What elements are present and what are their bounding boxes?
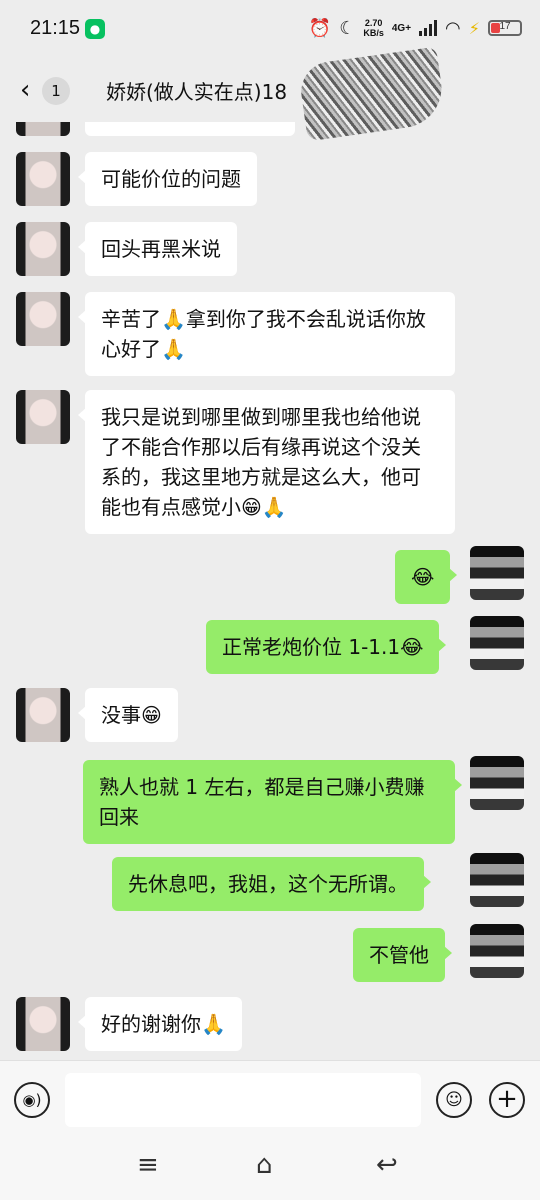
contact-avatar[interactable]	[16, 122, 70, 136]
message-bubble-mine[interactable]: 不管他	[353, 928, 452, 982]
my-avatar[interactable]	[470, 616, 524, 670]
chevron-left-icon[interactable]: ‹	[20, 75, 30, 105]
my-avatar[interactable]	[470, 756, 524, 810]
chat-area[interactable]: 可能价位的问题 回头再黑米说 辛苦了🙏拿到你了我不会乱说话你放心好了🙏 我只是说…	[0, 122, 540, 1060]
message-bubble[interactable]: 回头再黑米说	[78, 222, 237, 276]
message-text: 辛苦了🙏拿到你了我不会乱说话你放心好了🙏	[101, 307, 426, 361]
status-time: 21:15	[30, 17, 81, 39]
menu-icon[interactable]: ≡	[137, 1150, 159, 1180]
alarm-icon: ⏰	[308, 17, 332, 39]
smiley-icon[interactable]: ☺	[436, 1082, 472, 1118]
wechat-icon: ●	[85, 19, 105, 39]
message-bubble-mine[interactable]: 先休息吧，我姐，这个无所谓。	[112, 857, 431, 911]
message-bubble-partial	[85, 122, 295, 136]
contact-avatar[interactable]	[16, 390, 70, 444]
charging-icon: ⚡	[468, 18, 480, 38]
plus-icon[interactable]: +	[489, 1082, 525, 1118]
chat-header: ‹ 1 娇娇(做人实在点)18	[0, 46, 540, 142]
my-avatar[interactable]	[470, 924, 524, 978]
input-bar: ◉) ☺ +	[0, 1060, 540, 1141]
back-arrow-icon[interactable]: ↩	[376, 1150, 398, 1180]
battery-level: 17	[499, 21, 511, 32]
message-text: 不管他	[369, 943, 429, 967]
net-speed-value: 2.70	[364, 18, 383, 28]
message-bubble-mine[interactable]: 😂	[395, 550, 458, 604]
wifi-icon: ◠	[445, 17, 461, 39]
contact-avatar[interactable]	[16, 997, 70, 1051]
contact-avatar[interactable]	[16, 152, 70, 206]
signal-icon	[419, 20, 438, 36]
message-text: 回头再黑米说	[101, 237, 221, 261]
message-bubble-mine[interactable]: 熟人也就 1 左右，都是自己赚小费赚回来	[83, 760, 462, 844]
voice-icon[interactable]: ◉)	[14, 1082, 50, 1118]
message-bubble-mine[interactable]: 正常老炮价位 1-1.1😂	[206, 620, 447, 674]
message-text: 好的谢谢你🙏	[101, 1012, 226, 1036]
moon-icon: ☾	[339, 17, 356, 39]
network-type: 4G+	[391, 22, 412, 34]
net-speed: 2.70 KB/s	[363, 18, 384, 38]
message-bubble[interactable]: 没事😁	[78, 688, 178, 742]
message-text: 熟人也就 1 左右，都是自己赚小费赚回来	[99, 775, 425, 829]
system-nav-bar: ≡ ⌂ ↩	[0, 1140, 540, 1200]
message-text: 先休息吧，我姐，这个无所谓。	[128, 872, 408, 896]
message-text: 正常老炮价位 1-1.1😂	[222, 635, 424, 659]
my-avatar[interactable]	[470, 853, 524, 907]
message-text: 😂	[411, 565, 435, 589]
my-avatar[interactable]	[470, 546, 524, 600]
message-bubble[interactable]: 我只是说到哪里做到哪里我也给他说了不能合作那以后有缘再说这个没关系的，我这里地方…	[78, 390, 455, 534]
net-speed-unit: KB/s	[363, 28, 384, 38]
message-bubble[interactable]: 好的谢谢你🙏	[78, 997, 242, 1051]
message-text: 没事😁	[101, 703, 162, 727]
message-bubble[interactable]: 辛苦了🙏拿到你了我不会乱说话你放心好了🙏	[78, 292, 455, 376]
chat-title: 娇娇(做人实在点)18	[106, 80, 288, 104]
contact-avatar[interactable]	[16, 222, 70, 276]
contact-avatar[interactable]	[16, 688, 70, 742]
contact-avatar[interactable]	[16, 292, 70, 346]
status-bar: 21:15 ● ⏰ ☾ 2.70 KB/s 4G+ ◠ ⚡ 17	[0, 0, 540, 56]
message-input[interactable]	[65, 1073, 421, 1127]
status-icons: ⏰ ☾ 2.70 KB/s 4G+ ◠ ⚡ 17	[309, 14, 522, 42]
message-bubble[interactable]: 可能价位的问题	[78, 152, 257, 206]
home-icon[interactable]: ⌂	[256, 1150, 273, 1180]
message-text: 可能价位的问题	[101, 167, 241, 191]
unread-badge[interactable]: 1	[42, 77, 70, 105]
message-text: 我只是说到哪里做到哪里我也给他说了不能合作那以后有缘再说这个没关系的，我这里地方…	[101, 405, 421, 519]
battery-icon: 17	[488, 20, 522, 36]
